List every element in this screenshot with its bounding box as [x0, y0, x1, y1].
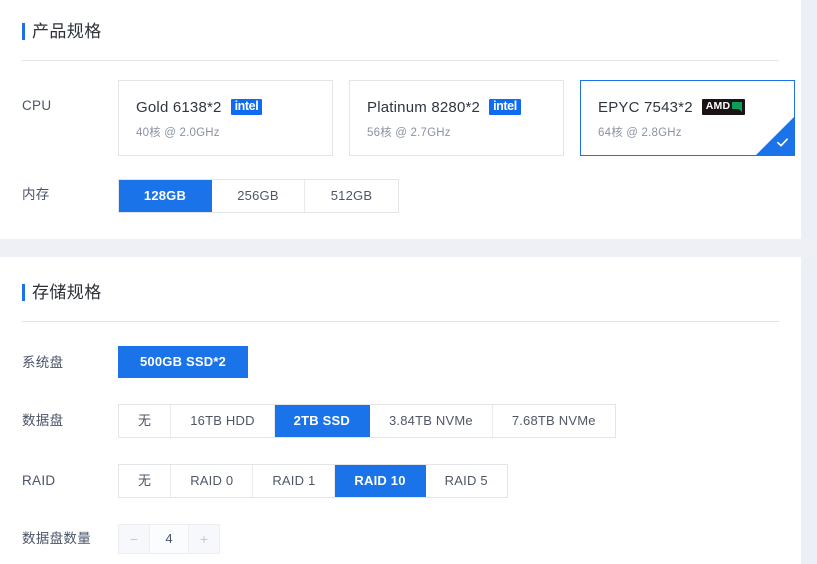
increment-button[interactable]: +: [189, 525, 219, 553]
decrement-button[interactable]: −: [119, 525, 149, 553]
data-disk-option-group: 无 16TB HDD 2TB SSD 3.84TB NVMe 7.68TB NV…: [118, 404, 801, 438]
cpu-spec-label: 40核 @ 2.0GHz: [136, 127, 220, 139]
raid-option-none[interactable]: 无: [119, 465, 172, 497]
memory-option-group: 128GB 256GB 512GB: [118, 179, 801, 213]
section-divider: [22, 321, 779, 322]
cpu-card-heading: Gold 6138*2 intel: [136, 97, 332, 117]
cpu-card-option[interactable]: Platinum 8280*2 intel 56核 @ 2.7GHz: [349, 80, 564, 156]
quantity-value[interactable]: 4: [149, 525, 189, 553]
raid-option-raid-1[interactable]: RAID 1: [253, 465, 336, 497]
row-memory: 内存 128GB 256GB 512GB: [0, 179, 801, 213]
cpu-card-option[interactable]: Gold 6138*2 intel 40核 @ 2.0GHz: [118, 80, 333, 156]
amd-arrow-icon: [732, 101, 743, 112]
row-label-cpu: CPU: [22, 98, 52, 113]
row-label-raid: RAID: [22, 473, 56, 488]
row-system-disk: 系统盘 500GB SSD*2: [0, 346, 801, 378]
cpu-option-group: Gold 6138*2 intel 40核 @ 2.0GHz Platinum …: [118, 80, 801, 156]
section-title-label: 产品规格: [32, 21, 102, 41]
system-disk-option-group: 500GB SSD*2: [118, 346, 801, 378]
row-cpu: CPU Gold 6138*2 intel 40核 @ 2.0GHz Plati…: [0, 80, 801, 156]
intel-logo-icon: intel: [489, 98, 521, 116]
data-disk-quantity-stepper[interactable]: − 4 +: [118, 524, 220, 554]
product-spec-panel: 产品规格 CPU Gold 6138*2 intel 40核 @ 2.0GHz: [0, 0, 801, 239]
row-label-system-disk: 系统盘: [22, 355, 64, 370]
data-disk-option-7-68tb-nvme[interactable]: 7.68TB NVMe: [492, 405, 615, 437]
system-disk-option-500gb-ssd[interactable]: 500GB SSD*2: [118, 346, 249, 378]
data-disk-option-3-84tb-nvme[interactable]: 3.84TB NVMe: [369, 405, 493, 437]
cpu-card-heading: EPYC 7543*2 AMD: [598, 97, 794, 117]
row-data-disk-count: 数据盘数量 − 4 +: [0, 524, 801, 554]
raid-option-raid-10[interactable]: RAID 10: [335, 465, 426, 497]
row-label-data-disk-count: 数据盘数量: [22, 531, 91, 546]
cpu-name-label: Gold 6138*2: [136, 98, 222, 116]
row-label-memory: 内存: [22, 187, 50, 202]
cpu-spec-label: 56核 @ 2.7GHz: [367, 127, 451, 139]
intel-logo-icon: intel: [230, 98, 263, 116]
section-divider: [22, 60, 779, 61]
raid-option-group: 无 RAID 0 RAID 1 RAID 10 RAID 5: [118, 464, 801, 498]
raid-option-raid-5[interactable]: RAID 5: [425, 465, 507, 497]
selected-check-icon: [756, 117, 794, 155]
configurator-page: 产品规格 CPU Gold 6138*2 intel 40核 @ 2.0GHz: [0, 0, 817, 564]
memory-option-256gb[interactable]: 256GB: [212, 180, 305, 212]
cpu-card-heading: Platinum 8280*2 intel: [367, 97, 563, 117]
title-accent-bar: [22, 283, 25, 301]
cpu-card-option-selected[interactable]: EPYC 7543*2 AMD 64核 @ 2.8GHz: [580, 80, 795, 156]
section-gap: [0, 239, 817, 257]
cpu-name-label: EPYC 7543*2: [598, 98, 693, 116]
raid-option-raid-0[interactable]: RAID 0: [171, 465, 254, 497]
cpu-name-label: Platinum 8280*2: [367, 98, 481, 116]
title-accent-bar: [22, 22, 25, 40]
data-disk-count-control: − 4 +: [118, 524, 801, 554]
memory-option-128gb[interactable]: 128GB: [119, 180, 212, 212]
data-disk-option-16tb-hdd[interactable]: 16TB HDD: [171, 405, 275, 437]
product-spec-title: 产品规格: [0, 18, 801, 44]
data-disk-option-2tb-ssd[interactable]: 2TB SSD: [274, 405, 370, 437]
amd-logo-icon: AMD: [701, 99, 746, 115]
memory-option-512gb[interactable]: 512GB: [305, 180, 398, 212]
storage-spec-title: 存储规格: [0, 279, 801, 305]
row-data-disk: 数据盘 无 16TB HDD 2TB SSD 3.84TB NVMe 7.68T…: [0, 404, 801, 438]
row-raid: RAID 无 RAID 0 RAID 1 RAID 10 RAID 5: [0, 464, 801, 498]
section-title-label: 存储规格: [32, 282, 102, 302]
data-disk-option-none[interactable]: 无: [119, 405, 172, 437]
storage-spec-panel: 存储规格 系统盘 500GB SSD*2 数据盘 无 16TB HDD 2TB …: [0, 257, 801, 564]
row-label-data-disk: 数据盘: [22, 413, 64, 428]
